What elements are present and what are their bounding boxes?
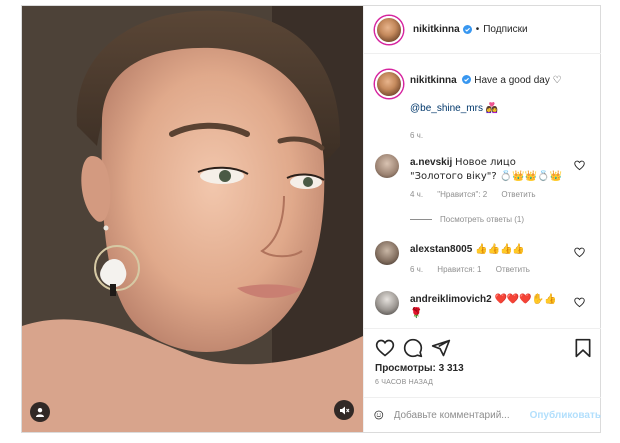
replies-divider	[410, 219, 432, 220]
comment-reply-button[interactable]: Ответить	[501, 190, 535, 199]
comment-username[interactable]: alexstan8005	[410, 244, 472, 255]
following-button[interactable]: Подписки	[483, 24, 527, 35]
speaker-muted-icon	[339, 406, 349, 414]
caption-meta: 6 ч.	[410, 131, 435, 140]
post-time[interactable]: 6 ЧАСОВ НАЗАД	[375, 379, 433, 386]
comment-avatar[interactable]	[375, 241, 399, 265]
save-icon[interactable]	[573, 338, 593, 358]
author-username[interactable]: nikitkinna	[413, 24, 460, 35]
comment-avatar[interactable]	[375, 291, 399, 315]
caption-mention[interactable]: @be_shine_mrs	[410, 103, 483, 114]
comment-like-icon[interactable]	[574, 247, 585, 258]
separator: •	[475, 24, 480, 35]
comment-meta: 4 ч. "Нравится": 2 Ответить	[410, 190, 548, 199]
comment-like-icon[interactable]	[574, 160, 585, 171]
comment-likes[interactable]: Нравится: 1	[437, 265, 481, 274]
comment-text-line2: 🌹	[410, 308, 423, 319]
comment-text: ❤️❤️❤️✋👍	[494, 294, 557, 305]
caption-time[interactable]: 6 ч.	[410, 131, 423, 140]
comment-time[interactable]: 6 ч.	[410, 265, 423, 274]
author-avatar[interactable]	[375, 15, 403, 44]
comment-row: andreiklimovich2 ❤️❤️❤️✋👍 🌹	[375, 291, 595, 327]
view-replies-button[interactable]: Посмотреть ответы (1)	[410, 215, 524, 224]
comment-body: alexstan8005 👍👍👍👍	[410, 243, 570, 257]
publish-button[interactable]: Опубликовать	[530, 410, 601, 421]
user-tag-button[interactable]	[30, 402, 50, 422]
post-photo[interactable]	[22, 6, 363, 432]
caption-username[interactable]: nikitkinna	[410, 75, 457, 86]
share-icon[interactable]	[431, 338, 451, 358]
view-replies-label: Посмотреть ответы (1)	[440, 215, 525, 224]
caption-row: nikitkinna Have a good day ♡ @be_shine_m…	[375, 70, 595, 140]
comment-input[interactable]	[393, 409, 524, 421]
comment-username[interactable]: a.nevskij	[410, 157, 452, 168]
caption-text: Have a good day ♡	[474, 75, 562, 86]
caption-mention-emoji: 👩‍❤️‍👩	[485, 103, 499, 114]
comment-body: a.nevskij Новое лицо "Золотого віку"? 💍👑…	[410, 156, 570, 184]
caption-avatar[interactable]	[375, 70, 403, 98]
caption-mention-line: @be_shine_mrs 👩‍❤️‍👩	[410, 103, 498, 114]
post-header: nikitkinna • Подписки	[364, 6, 601, 54]
view-count[interactable]: Просмотры: 3 313	[375, 363, 464, 374]
comment-text: 👍👍👍👍	[475, 244, 525, 255]
comment-row: a.nevskij Новое лицо "Золотого віку"? 💍👑…	[375, 154, 595, 234]
caption-body: nikitkinna Have a good day ♡	[410, 74, 570, 88]
comment-body: andreiklimovich2 ❤️❤️❤️✋👍 🌹	[410, 293, 570, 321]
heart-icon[interactable]	[375, 338, 395, 358]
comment-meta: 6 ч. Нравится: 1 Ответить	[410, 265, 542, 274]
emoji-icon[interactable]	[374, 406, 384, 424]
comments-list: nikitkinna Have a good day ♡ @be_shine_m…	[364, 54, 601, 327]
comment-time[interactable]: 4 ч.	[410, 190, 423, 199]
comment-like-icon[interactable]	[574, 297, 585, 308]
post-actions: Просмотры: 3 313 6 ЧАСОВ НАЗАД	[364, 328, 601, 388]
comment-username[interactable]: andreiklimovich2	[410, 294, 492, 305]
verified-badge-icon	[462, 25, 472, 34]
comment-avatar[interactable]	[375, 154, 399, 178]
comment-row: alexstan8005 👍👍👍👍 6 ч. Нравится: 1 Ответ…	[375, 241, 595, 281]
verified-badge-icon	[462, 75, 472, 84]
person-icon	[36, 408, 44, 417]
comment-composer: Опубликовать	[364, 397, 601, 432]
post-card: nikitkinna • Подписки nikitkinna Have a …	[21, 5, 601, 433]
comment-likes[interactable]: "Нравится": 2	[437, 190, 487, 199]
audio-toggle-button[interactable]	[334, 400, 354, 420]
comment-icon[interactable]	[403, 338, 423, 358]
selfie-illustration	[22, 6, 363, 432]
comment-reply-button[interactable]: Ответить	[496, 265, 530, 274]
post-sidebar: nikitkinna • Подписки nikitkinna Have a …	[363, 6, 601, 432]
